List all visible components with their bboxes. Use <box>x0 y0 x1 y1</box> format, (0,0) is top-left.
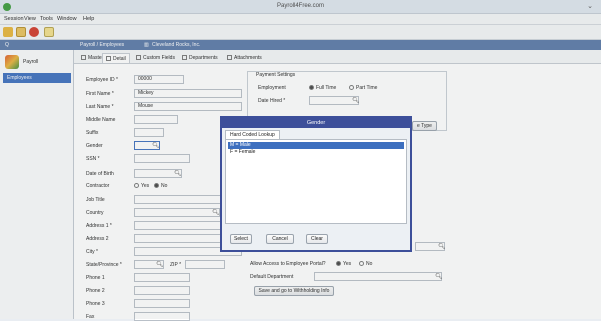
cancel-button[interactable]: Cancel <box>266 234 294 244</box>
tab-hard-coded-lookup[interactable]: Hard Coded Lookup <box>225 130 280 139</box>
gender-list: M = Male F = Female <box>225 139 407 224</box>
gender-dialog: Gender Hard Coded Lookup M = Male F = Fe… <box>220 116 412 252</box>
select-button[interactable]: Select <box>230 234 252 244</box>
clear-button[interactable]: Clear <box>306 234 328 244</box>
list-item-male[interactable]: M = Male <box>228 142 404 149</box>
dialog-title: Gender <box>222 118 410 128</box>
list-item-female[interactable]: F = Female <box>228 149 404 156</box>
